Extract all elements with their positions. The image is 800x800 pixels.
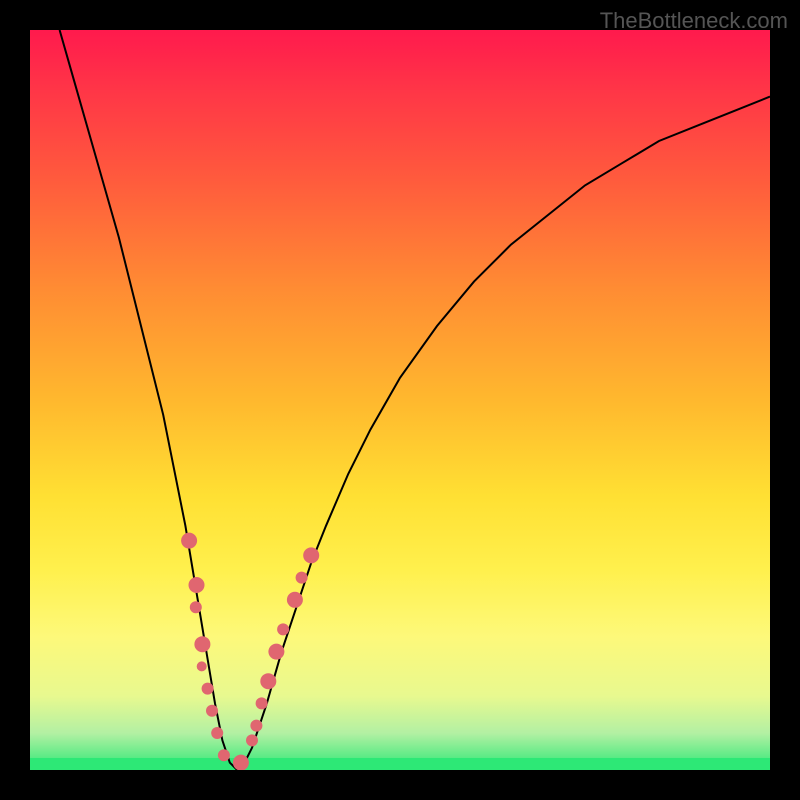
data-marker <box>260 673 276 689</box>
data-marker <box>206 705 218 717</box>
data-marker <box>296 572 308 584</box>
data-marker <box>246 734 258 746</box>
data-marker <box>189 577 205 593</box>
markers-group <box>181 533 319 770</box>
watermark-text: TheBottleneck.com <box>600 8 788 34</box>
data-marker <box>268 644 284 660</box>
data-marker <box>287 592 303 608</box>
data-marker <box>202 683 214 695</box>
data-marker <box>218 749 230 761</box>
curve-line <box>60 30 770 770</box>
data-marker <box>277 623 289 635</box>
data-marker <box>303 547 319 563</box>
data-marker <box>233 755 249 770</box>
data-marker <box>194 636 210 652</box>
data-marker <box>181 533 197 549</box>
data-marker <box>250 720 262 732</box>
plot-svg <box>30 30 770 770</box>
data-marker <box>197 661 207 671</box>
data-marker <box>256 697 268 709</box>
data-marker <box>190 601 202 613</box>
data-marker <box>211 727 223 739</box>
chart-plot-area <box>30 30 770 770</box>
